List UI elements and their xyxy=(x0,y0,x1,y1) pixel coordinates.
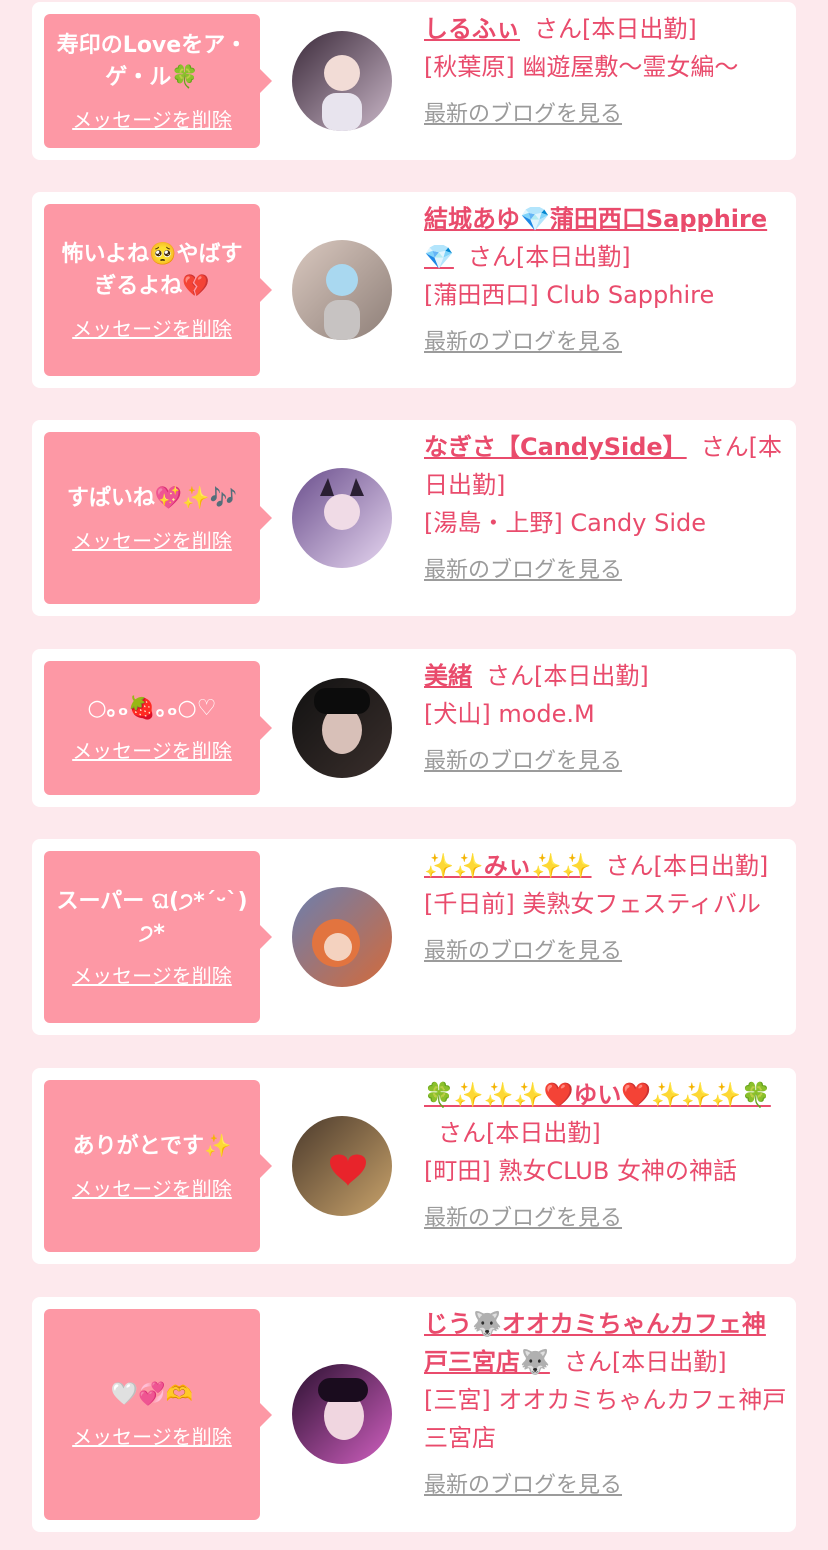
message-text: スーパー ଘ(੭*ˊᵕˋ)੭* xyxy=(56,888,248,946)
avatar[interactable] xyxy=(292,678,392,778)
cast-status: さん[本日出勤] xyxy=(534,15,697,43)
delete-message-link[interactable]: メッセージを削除 xyxy=(72,525,232,554)
message-list: 寿印のLoveをア・ゲ・ル🍀 メッセージを削除 しるふぃ さん[本日出勤] [秋葉… xyxy=(0,0,828,1550)
cast-info: 結城あゆ💎蒲田西口Sapphire💎 さん[本日出勤] [蒲田西口] Club S… xyxy=(424,200,788,362)
list-item: 寿印のLoveをア・ゲ・ル🍀 メッセージを削除 しるふぃ さん[本日出勤] [秋葉… xyxy=(32,2,796,160)
avatar[interactable] xyxy=(292,468,392,568)
shop-name: [秋葉原] 幽遊屋敷〜霊女編〜 xyxy=(424,53,739,81)
delete-message-link[interactable]: メッセージを削除 xyxy=(72,1421,232,1450)
message-bubble: ありがとです✨ メッセージを削除 xyxy=(44,1080,272,1252)
avatar-image xyxy=(292,240,392,340)
shop-name: [犬山] mode.M xyxy=(424,700,595,728)
list-item: すぱいね💖✨🎶 メッセージを削除 なぎさ【CandySide】 さん[本日出勤] … xyxy=(32,420,796,616)
cast-info: 🍀✨✨✨❤️ゆい❤️✨✨✨🍀 さん[本日出勤] [町田] 熟女CLUB 女神の神話… xyxy=(424,1076,788,1238)
shop-name: [三宮] オオカミちゃんカフェ神戸三宮店 xyxy=(424,1386,787,1452)
cast-status: さん[本日出勤] xyxy=(605,852,769,880)
avatar[interactable] xyxy=(292,887,392,987)
message-bubble: 怖いよね🥺やばすぎるよね💔 メッセージを削除 xyxy=(44,204,272,376)
latest-blog-link[interactable]: 最新のブログを見る xyxy=(424,933,788,971)
cast-info: なぎさ【CandySide】 さん[本日出勤] [湯島・上野] Candy Sid… xyxy=(424,428,788,590)
avatar-image xyxy=(292,1364,392,1464)
message-bubble: ○｡ₒ🍓｡ₒ○♡ メッセージを削除 xyxy=(44,661,272,795)
cast-status: さん[本日出勤] xyxy=(563,1348,727,1376)
message-bubble: スーパー ଘ(੭*ˊᵕˋ)੭* メッセージを削除 xyxy=(44,851,272,1023)
avatar-image xyxy=(292,1116,392,1216)
delete-message-link[interactable]: メッセージを削除 xyxy=(72,735,232,764)
cast-info: 美緒 さん[本日出勤] [犬山] mode.M 最新のブログを見る xyxy=(424,657,788,781)
avatar[interactable] xyxy=(292,1364,392,1464)
cast-name-link[interactable]: 美緒 xyxy=(424,662,472,690)
shop-name: [町田] 熟女CLUB 女神の神話 xyxy=(424,1157,737,1185)
message-text: 怖いよね🥺やばすぎるよね💔 xyxy=(61,241,243,299)
latest-blog-link[interactable]: 最新のブログを見る xyxy=(424,552,788,590)
avatar-image xyxy=(292,678,392,778)
message-text: 🤍💞🫶 xyxy=(110,1382,194,1407)
cast-status: さん[本日出勤] xyxy=(486,662,649,690)
message-bubble: 寿印のLoveをア・ゲ・ル🍀 メッセージを削除 xyxy=(44,14,272,148)
list-item: ありがとです✨ メッセージを削除 🍀✨✨✨❤️ゆい❤️✨✨✨🍀 さん[本日出勤] … xyxy=(32,1068,796,1264)
message-text: すぱいね💖✨🎶 xyxy=(66,485,238,511)
avatar[interactable] xyxy=(292,1116,392,1216)
shop-name: [湯島・上野] Candy Side xyxy=(424,509,706,537)
list-item: スーパー ଘ(੭*ˊᵕˋ)੭* メッセージを削除 ✨✨みぃ✨✨ さん[本日出勤] … xyxy=(32,839,796,1035)
latest-blog-link[interactable]: 最新のブログを見る xyxy=(424,1200,788,1238)
cast-status: さん[本日出勤] xyxy=(438,1119,601,1147)
delete-message-link[interactable]: メッセージを削除 xyxy=(72,960,232,989)
message-bubble: すぱいね💖✨🎶 メッセージを削除 xyxy=(44,432,272,604)
avatar-image xyxy=(292,887,392,987)
cast-name-link[interactable]: しるふぃ xyxy=(424,15,520,43)
cast-info: ✨✨みぃ✨✨ さん[本日出勤] [千日前] 美熟女フェスティバル 最新のブログを見… xyxy=(424,847,788,971)
avatar-image xyxy=(292,31,392,131)
latest-blog-link[interactable]: 最新のブログを見る xyxy=(424,324,788,362)
avatar[interactable] xyxy=(292,240,392,340)
delete-message-link[interactable]: メッセージを削除 xyxy=(72,1173,232,1202)
delete-message-link[interactable]: メッセージを削除 xyxy=(72,313,232,342)
avatar-image xyxy=(292,468,392,568)
message-text: ありがとです✨ xyxy=(72,1133,232,1159)
avatar[interactable] xyxy=(292,31,392,131)
list-item: 怖いよね🥺やばすぎるよね💔 メッセージを削除 結城あゆ💎蒲田西口Sapphire… xyxy=(32,192,796,388)
cast-info: じう🐺オオカミちゃんカフェ神戸三宮店🐺 さん[本日出勤] [三宮] オオカミちゃん… xyxy=(424,1305,788,1505)
delete-message-link[interactable]: メッセージを削除 xyxy=(72,104,232,133)
list-item: ○｡ₒ🍓｡ₒ○♡ メッセージを削除 美緒 さん[本日出勤] [犬山] mode.M… xyxy=(32,649,796,807)
message-text: ○｡ₒ🍓｡ₒ○♡ xyxy=(87,695,217,721)
cast-info: しるふぃ さん[本日出勤] [秋葉原] 幽遊屋敷〜霊女編〜 最新のブログを見る xyxy=(424,10,788,134)
cast-name-link[interactable]: ✨✨みぃ✨✨ xyxy=(424,852,592,880)
message-bubble: 🤍💞🫶 メッセージを削除 xyxy=(44,1309,272,1520)
latest-blog-link[interactable]: 最新のブログを見る xyxy=(424,743,788,781)
cast-status: さん[本日出勤] xyxy=(467,243,631,271)
message-text: 寿印のLoveをア・ゲ・ル🍀 xyxy=(56,32,248,90)
latest-blog-link[interactable]: 最新のブログを見る xyxy=(424,96,788,134)
shop-name: [千日前] 美熟女フェスティバル xyxy=(424,890,761,918)
shop-name: [蒲田西口] Club Sapphire xyxy=(424,281,715,309)
cast-name-link[interactable]: なぎさ【CandySide】 xyxy=(424,433,687,461)
latest-blog-link[interactable]: 最新のブログを見る xyxy=(424,1467,788,1505)
cast-name-link[interactable]: 🍀✨✨✨❤️ゆい❤️✨✨✨🍀 xyxy=(424,1081,771,1109)
list-item: 🤍💞🫶 メッセージを削除 じう🐺オオカミちゃんカフェ神戸三宮店🐺 さん[本日出勤]… xyxy=(32,1297,796,1532)
